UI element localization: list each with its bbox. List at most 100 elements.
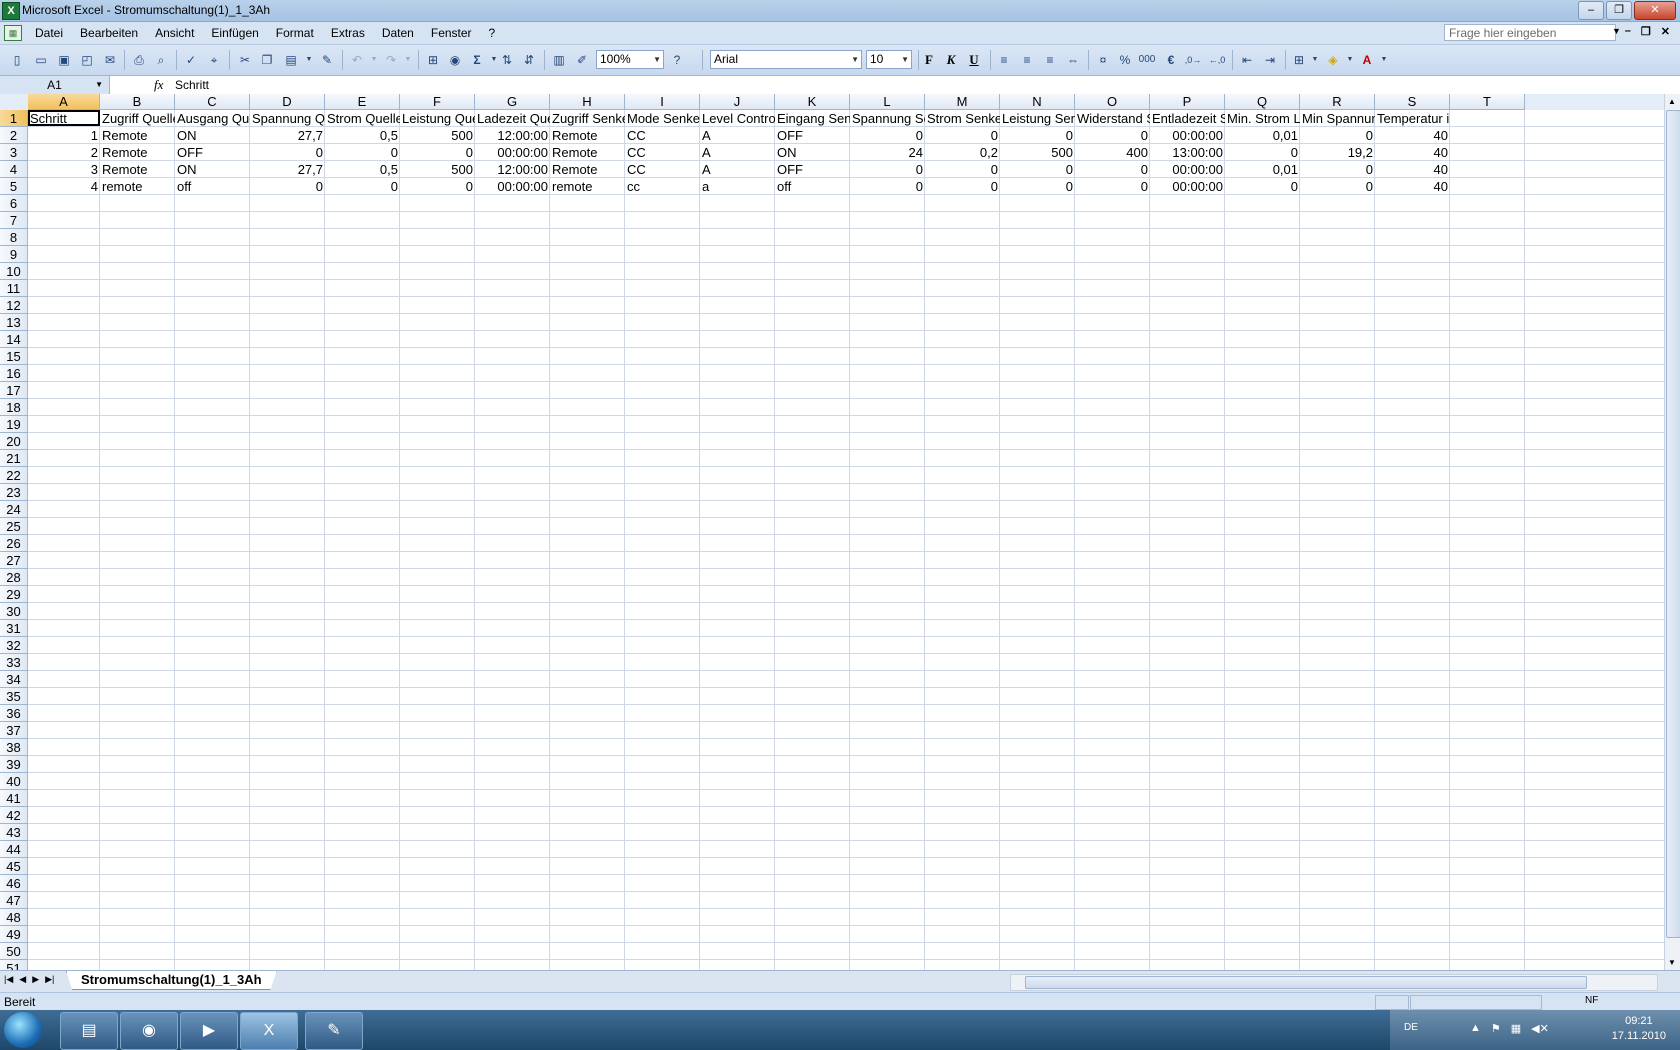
cell[interactable]: Entladezeit S — [1150, 110, 1225, 126]
fill-color-dropdown-icon[interactable]: ▼ — [1341, 51, 1359, 69]
font-color-icon[interactable]: A — [1358, 51, 1376, 69]
format-painter-icon[interactable]: ✎ — [318, 51, 336, 69]
email-icon[interactable]: ✉ — [101, 51, 119, 69]
row-header[interactable]: 50 — [0, 943, 28, 960]
cell[interactable]: 40 — [1375, 127, 1450, 143]
menu-item[interactable]: ? — [489, 26, 496, 40]
menu-item[interactable]: Format — [276, 26, 314, 40]
cell[interactable]: A — [700, 144, 775, 160]
column-header[interactable]: F — [400, 94, 475, 110]
column-header[interactable]: E — [325, 94, 400, 110]
cell[interactable]: A — [700, 127, 775, 143]
cell[interactable]: Spannung Se — [850, 110, 925, 126]
document-icon[interactable]: ▦ — [4, 25, 22, 41]
explorer-icon[interactable]: ▤ — [60, 1012, 118, 1050]
clock[interactable]: 09:21 17.11.2010 — [1612, 1014, 1666, 1044]
cell[interactable]: 0 — [1000, 178, 1075, 194]
cell[interactable]: 0 — [1225, 144, 1300, 160]
cell[interactable]: OFF — [775, 161, 850, 177]
row-header[interactable]: 34 — [0, 671, 28, 688]
cell[interactable]: ON — [775, 144, 850, 160]
firefox-icon[interactable]: ◉ — [120, 1012, 178, 1050]
cell[interactable]: 40 — [1375, 144, 1450, 160]
drawing-icon[interactable]: ✐ — [573, 51, 591, 69]
row-header[interactable]: 29 — [0, 586, 28, 603]
row-header[interactable]: 3 — [0, 144, 28, 161]
cell[interactable]: 00:00:00 — [475, 178, 550, 194]
scroll-down-icon[interactable]: ▼ — [1668, 958, 1676, 967]
cell[interactable]: 19,2 — [1300, 144, 1375, 160]
cell[interactable]: 1 — [28, 127, 100, 143]
menu-item[interactable]: Extras — [331, 26, 365, 40]
bold-button[interactable]: F — [920, 51, 938, 69]
column-header[interactable]: R — [1300, 94, 1375, 110]
paste-icon[interactable]: ▤ — [282, 51, 300, 69]
borders-dropdown-icon[interactable]: ▼ — [1306, 51, 1324, 69]
cell[interactable]: 0 — [1300, 161, 1375, 177]
cell[interactable]: Ausgang Que — [175, 110, 250, 126]
column-header[interactable]: A — [28, 94, 100, 110]
help-search-input[interactable]: Frage hier eingeben — [1444, 24, 1616, 41]
cell[interactable]: 00:00:00 — [1150, 161, 1225, 177]
row-header[interactable]: 27 — [0, 552, 28, 569]
cell[interactable]: cc — [625, 178, 700, 194]
zoom-dropdown-icon[interactable]: ▼ — [653, 51, 661, 68]
excel-icon[interactable]: X — [240, 1012, 298, 1050]
row-header[interactable]: 2 — [0, 127, 28, 144]
column-header[interactable]: P — [1150, 94, 1225, 110]
paint-icon[interactable]: ✎ — [305, 1012, 363, 1050]
undo-dropdown-icon[interactable]: ▼ — [365, 51, 383, 69]
row-header[interactable]: 42 — [0, 807, 28, 824]
redo-dropdown-icon[interactable]: ▼ — [399, 51, 417, 69]
cell[interactable]: 3 — [28, 161, 100, 177]
row-header[interactable]: 39 — [0, 756, 28, 773]
cell[interactable]: 0 — [1300, 127, 1375, 143]
cell[interactable]: Strom Quelle — [325, 110, 400, 126]
row-header[interactable]: 21 — [0, 450, 28, 467]
cell[interactable]: Remote — [100, 161, 175, 177]
vertical-scroll-thumb[interactable] — [1666, 110, 1680, 938]
cell[interactable]: OFF — [775, 127, 850, 143]
horizontal-scrollbar[interactable] — [1010, 974, 1658, 991]
cell[interactable]: off — [775, 178, 850, 194]
minimize-button[interactable]: – — [1578, 1, 1604, 20]
sheet-tab[interactable]: Stromumschaltung(1)_1_3Ah — [66, 971, 277, 990]
column-header[interactable]: I — [625, 94, 700, 110]
network-icon[interactable]: ▦ — [1511, 1022, 1521, 1035]
cell[interactable]: OFF — [175, 144, 250, 160]
fill-color-icon[interactable]: ◈ — [1324, 51, 1342, 69]
percent-button[interactable]: % — [1116, 51, 1134, 69]
menu-item[interactable]: Ansicht — [155, 26, 194, 40]
help-dropdown-icon[interactable]: ▼ — [1612, 26, 1621, 36]
cell[interactable]: 24 — [850, 144, 925, 160]
cell[interactable]: 500 — [1000, 144, 1075, 160]
cell[interactable]: 00:00:00 — [1150, 127, 1225, 143]
cell[interactable]: 40 — [1375, 161, 1450, 177]
cell[interactable]: Remote — [550, 127, 625, 143]
close-button[interactable]: ✕ — [1634, 1, 1676, 20]
cell[interactable]: Zugriff Quelle — [100, 110, 175, 126]
save-icon[interactable]: ▣ — [55, 51, 73, 69]
cell[interactable]: ON — [175, 161, 250, 177]
row-header[interactable]: 11 — [0, 280, 28, 297]
autosum-icon[interactable]: Σ — [468, 51, 486, 69]
cell[interactable]: 0 — [325, 144, 400, 160]
cell[interactable]: 0 — [1225, 178, 1300, 194]
row-header[interactable]: 13 — [0, 314, 28, 331]
row-header[interactable]: 31 — [0, 620, 28, 637]
merge-center-icon[interactable]: ⇔ — [1064, 51, 1082, 69]
column-header[interactable]: L — [850, 94, 925, 110]
cell[interactable]: a — [700, 178, 775, 194]
cell[interactable]: 0 — [325, 178, 400, 194]
new-icon[interactable]: ▯ — [8, 51, 26, 69]
column-header[interactable]: S — [1375, 94, 1450, 110]
web-icon[interactable]: ◉ — [446, 51, 464, 69]
cell[interactable]: 500 — [400, 127, 475, 143]
row-header[interactable]: 6 — [0, 195, 28, 212]
underline-button[interactable]: U — [965, 51, 983, 69]
cell[interactable]: 0,5 — [325, 127, 400, 143]
first-sheet-icon[interactable]: |◀ — [4, 974, 13, 985]
spreadsheet-grid[interactable]: ABCDEFGHIJKLMNOPQRST 1 2 3 4 5 6 7 8 9 10 11 12 13 14… — [0, 94, 1664, 970]
column-header[interactable]: B — [100, 94, 175, 110]
media-icon[interactable]: ▶ — [180, 1012, 238, 1050]
